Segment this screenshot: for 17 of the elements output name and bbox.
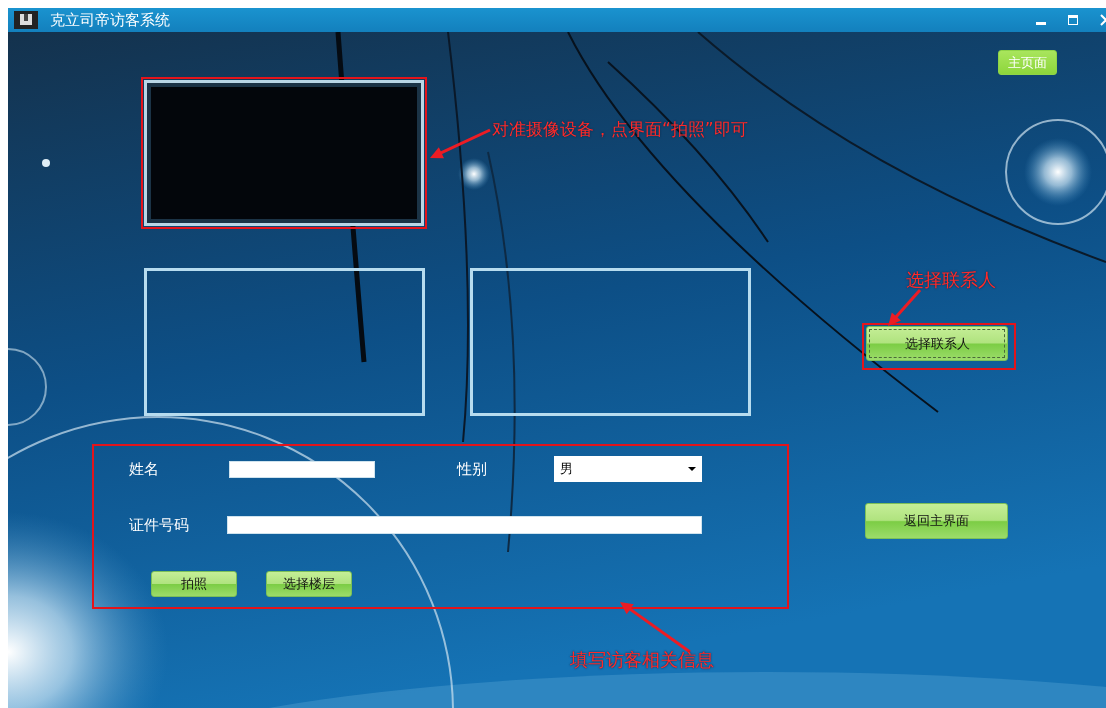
form-button[interactable]: 拍照 <box>151 571 237 597</box>
window-title: 克立司帝访客系统 <box>50 10 170 30</box>
app-icon <box>14 11 38 29</box>
field-label: 性别 <box>457 459 488 479</box>
annotation-text: 填写访客相关信息 <box>570 648 714 672</box>
annotation-arrow <box>430 128 491 159</box>
annotation-text: 对准摄像设备，点界面“拍照”即可 <box>492 118 748 141</box>
id-number-input[interactable] <box>227 516 702 534</box>
back-button[interactable]: 返回主界面 <box>865 503 1008 539</box>
maximize-icon[interactable] <box>1068 15 1078 25</box>
dropdown-caret-icon <box>688 467 696 471</box>
form-button[interactable]: 选择楼层 <box>266 571 352 597</box>
select-contact-button[interactable]: 选择联系人 <box>866 326 1008 361</box>
gender-select[interactable]: 男 <box>554 456 702 482</box>
field-label: 证件号码 <box>129 515 190 535</box>
annotation-text: 选择联系人 <box>906 268 996 292</box>
field-label: 姓名 <box>129 459 160 479</box>
